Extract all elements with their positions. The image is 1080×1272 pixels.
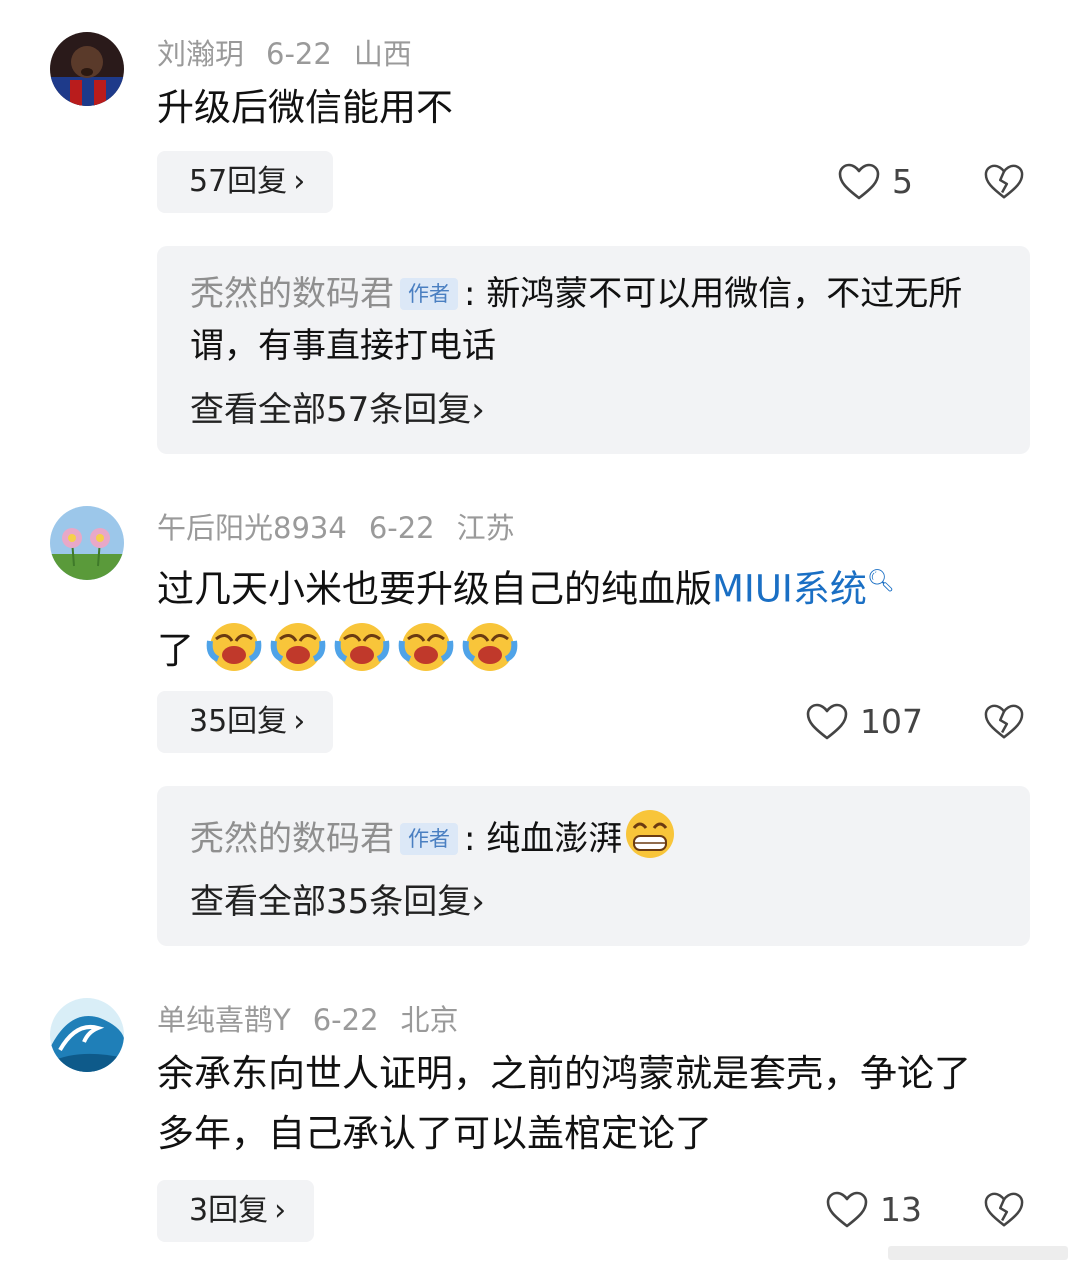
chevron-right-icon: › [471,882,485,922]
comment-meta: 刘瀚玥 6-22 山西 [157,36,434,72]
view-all-replies-link[interactable]: 查看全部57条回复› [190,388,485,432]
chevron-right-icon: › [471,390,485,430]
comment-location: 山西 [353,37,412,71]
colon: : [464,819,476,859]
laugh-cry-emoji-icon [270,623,326,672]
comment-date: 6-22 [368,511,435,545]
chevron-right-icon: › [274,1193,287,1228]
broken-heart-icon[interactable] [984,162,1024,202]
like-count: 107 [860,702,923,741]
laugh-cry-emoji-icon [206,623,262,672]
chevron-right-icon: › [293,164,306,199]
reply-preview-text: 秃然的数码君 作者: 纯血澎湃 [190,806,1010,865]
topic-link[interactable]: MIUI系统 [712,567,867,610]
comment-text-part: 了 [157,629,194,673]
like-button[interactable]: 107 [806,702,923,742]
search-icon: 🔍︎ [866,569,895,594]
reply-author[interactable]: 秃然的数码君 [190,819,394,859]
comment-text-part: 过几天小米也要升级自己的纯血版 [157,567,712,611]
view-all-label: 查看全部57条回复 [190,390,472,430]
user-avatar[interactable] [50,32,124,106]
like-count: 5 [892,162,913,201]
replies-button[interactable]: 35回复 › [157,691,334,753]
laugh-cry-emoji-icon [334,623,390,672]
heart-icon [826,1191,868,1228]
like-button[interactable]: 5 [838,162,913,202]
user-avatar[interactable] [50,998,124,1072]
reply-preview-text: 秃然的数码君 作者: 新鸿蒙不可以用微信，不过无所谓，有事直接打电话 [190,268,1010,372]
like-button[interactable]: 13 [826,1190,922,1230]
heart-icon [806,703,848,740]
laugh-cry-emoji-icon [398,623,454,672]
replies-count: 35回复 [189,704,288,739]
user-avatar[interactable] [50,506,124,580]
comment-text: 升级后微信能用不 [157,86,453,129]
comment-text: 余承东向世人证明，之前的鸿蒙就是套壳，争论了多年，自己承认了可以盖棺定论了 [157,1052,971,1155]
username[interactable]: 午后阳光8934 [157,511,347,545]
view-all-replies-link[interactable]: 查看全部35条回复› [190,880,485,924]
reply-preview-panel[interactable]: 秃然的数码君 作者: 新鸿蒙不可以用微信，不过无所谓，有事直接打电话 查看全部57… [157,246,1030,454]
like-count: 13 [880,1190,922,1229]
comment-location: 北京 [400,1003,459,1037]
author-badge: 作者 [400,278,458,310]
broken-heart-icon[interactable] [984,702,1024,742]
chevron-right-icon: › [293,704,306,739]
replies-count: 3回复 [189,1193,269,1228]
comment-date: 6-22 [312,1003,379,1037]
watermark-graphic [888,1246,1068,1260]
grin-emoji-icon [626,810,675,858]
comment-location: 江苏 [456,511,515,545]
colon: : [464,274,476,314]
replies-button[interactable]: 3回复 › [157,1180,315,1242]
replies-button[interactable]: 57回复 › [157,151,334,213]
author-badge: 作者 [400,823,458,855]
heart-icon [838,163,880,200]
comment-text: 过几天小米也要升级自己的纯血版MIUI系统🔍︎ 了 [157,552,1017,681]
comment-meta: 午后阳光8934 6-22 江苏 [157,510,537,546]
broken-heart-icon[interactable] [984,1190,1024,1230]
username[interactable]: 单纯喜鹊Y [157,1003,291,1037]
reply-author[interactable]: 秃然的数码君 [190,274,394,314]
laugh-cry-emoji-icon [462,623,518,672]
reply-text: 纯血澎湃 [486,819,623,859]
username[interactable]: 刘瀚玥 [157,37,244,71]
view-all-label: 查看全部35条回复 [190,882,472,922]
reply-preview-panel[interactable]: 秃然的数码君 作者: 纯血澎湃 查看全部35条回复› [157,786,1030,946]
replies-count: 57回复 [189,164,288,199]
comment-date: 6-22 [266,37,332,71]
comment-meta: 单纯喜鹊Y 6-22 北京 [157,1002,481,1038]
